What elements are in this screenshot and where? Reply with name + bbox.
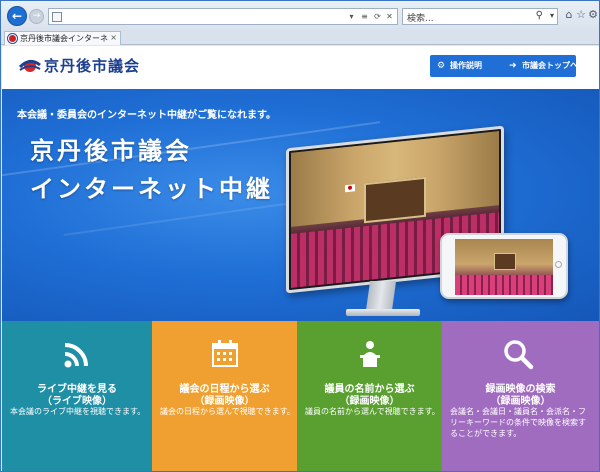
home-icon[interactable]: ⌂ xyxy=(563,9,575,21)
tile-description: 会議名・会議日・議員名・会派名・フリーキーワードの条件で映像を検索することができ… xyxy=(450,407,586,438)
tile-subtitle: （ライブ映像） xyxy=(42,396,112,407)
chevron-right-circle-icon: ➜ xyxy=(509,61,517,71)
hero-banner: 本会議・委員会のインターネット中継がご覧になれます。 京丹後市議会 インターネッ… xyxy=(2,89,599,321)
gear-icon: ⚙ xyxy=(437,61,446,71)
tile-subtitle: （録画映像） xyxy=(490,396,551,407)
search-icon xyxy=(504,340,534,370)
browser-toolbar: ← → ▾ ≡ ⟳ ✕ 検索... ⚲ ▾ ⌂ ☆ ⚙ xyxy=(1,1,599,31)
manual-button-label: 操作説明 xyxy=(450,61,482,70)
hero-tagline: 本会議・委員会のインターネット中継がご覧になれます。 xyxy=(17,110,276,121)
chamber-dais xyxy=(363,176,427,224)
speaker-podium-icon xyxy=(360,341,380,367)
stop-icon[interactable]: ✕ xyxy=(384,11,395,22)
favicon-icon xyxy=(8,34,17,43)
menu-tiles: ライブ中継を見る （ライブ映像） 本会議のライブ中継を視聴できます。 議会の日程… xyxy=(2,321,599,471)
search-placeholder: 検索... xyxy=(407,14,434,24)
tab-active[interactable]: 京丹後市議会インターネット... × xyxy=(4,31,121,45)
tab-title: 京丹後市議会インターネット... xyxy=(20,34,108,43)
forward-icon[interactable]: → xyxy=(29,9,44,24)
tile-description: 議員の名前から選んで視聴できます。 xyxy=(305,407,440,416)
phone-home-button xyxy=(555,261,562,268)
chevron-down-icon[interactable]: ▾ xyxy=(550,11,554,20)
refresh-icon[interactable]: ⟳ xyxy=(372,11,383,22)
tile-description: 本会議のライブ中継を視聴できます。 xyxy=(10,407,146,416)
tile-subtitle: （録画映像） xyxy=(339,396,400,407)
monitor-stand xyxy=(365,281,397,311)
tile-search[interactable]: 録画映像の検索 （録画映像） 会議名・会議日・議員名・会派名・フリーキーワードの… xyxy=(442,321,599,471)
search-dropdown-icon[interactable]: ▾ xyxy=(346,11,357,22)
close-icon[interactable]: × xyxy=(110,33,117,42)
tile-live[interactable]: ライブ中継を見る （ライブ映像） 本会議のライブ中継を視聴できます。 xyxy=(2,321,152,471)
flag-icon xyxy=(345,183,356,193)
broadcast-signal-icon xyxy=(64,343,88,368)
page-viewport: 京丹後市議会 ⚙ 操作説明 ➜ 市議会トップへ 本会議・委員会のインターネット中… xyxy=(2,46,599,471)
lock-icon[interactable]: ≡ xyxy=(359,11,370,22)
site-logo-text[interactable]: 京丹後市議会 xyxy=(44,55,140,76)
search-icon[interactable]: ⚲ xyxy=(536,10,543,21)
hero-title-line2: インターネット中継 xyxy=(30,174,273,203)
calendar-icon xyxy=(212,340,238,367)
council-top-button-label: 市議会トップへ xyxy=(522,61,578,70)
phone-seats xyxy=(455,275,553,295)
monitor-base xyxy=(346,309,420,316)
tile-description: 議会の日程から選んで視聴できます。 xyxy=(160,407,295,416)
tab-bar: 京丹後市議会インターネット... × xyxy=(1,31,599,45)
browser-search-box[interactable]: 検索... ⚲ ▾ xyxy=(402,8,558,25)
tile-by-member[interactable]: 議員の名前から選ぶ （録画映像） 議員の名前から選んで視聴できます。 xyxy=(297,321,442,471)
site-header: 京丹後市議会 ⚙ 操作説明 ➜ 市議会トップへ xyxy=(2,46,599,89)
tile-by-schedule[interactable]: 議会の日程から選ぶ （録画映像） 議会の日程から選んで視聴できます。 xyxy=(152,321,297,471)
page-icon xyxy=(52,12,62,22)
phone-dais xyxy=(494,253,516,270)
address-bar[interactable]: ▾ ≡ ⟳ ✕ xyxy=(48,8,398,25)
city-emblem-icon[interactable] xyxy=(19,55,41,77)
council-top-button[interactable]: ➜ 市議会トップへ xyxy=(502,55,578,77)
hero-title-line1: 京丹後市議会 xyxy=(30,136,192,165)
smartphone-image xyxy=(440,233,568,299)
back-icon[interactable]: ← xyxy=(7,6,27,26)
settings-gear-icon[interactable]: ⚙ xyxy=(587,9,599,21)
tile-subtitle: （録画映像） xyxy=(194,396,255,407)
phone-screen xyxy=(455,239,553,295)
favorites-star-icon[interactable]: ☆ xyxy=(575,9,587,21)
browser-window: ← → ▾ ≡ ⟳ ✕ 検索... ⚲ ▾ ⌂ ☆ ⚙ 京丹後市議会インターネッ… xyxy=(0,0,600,472)
